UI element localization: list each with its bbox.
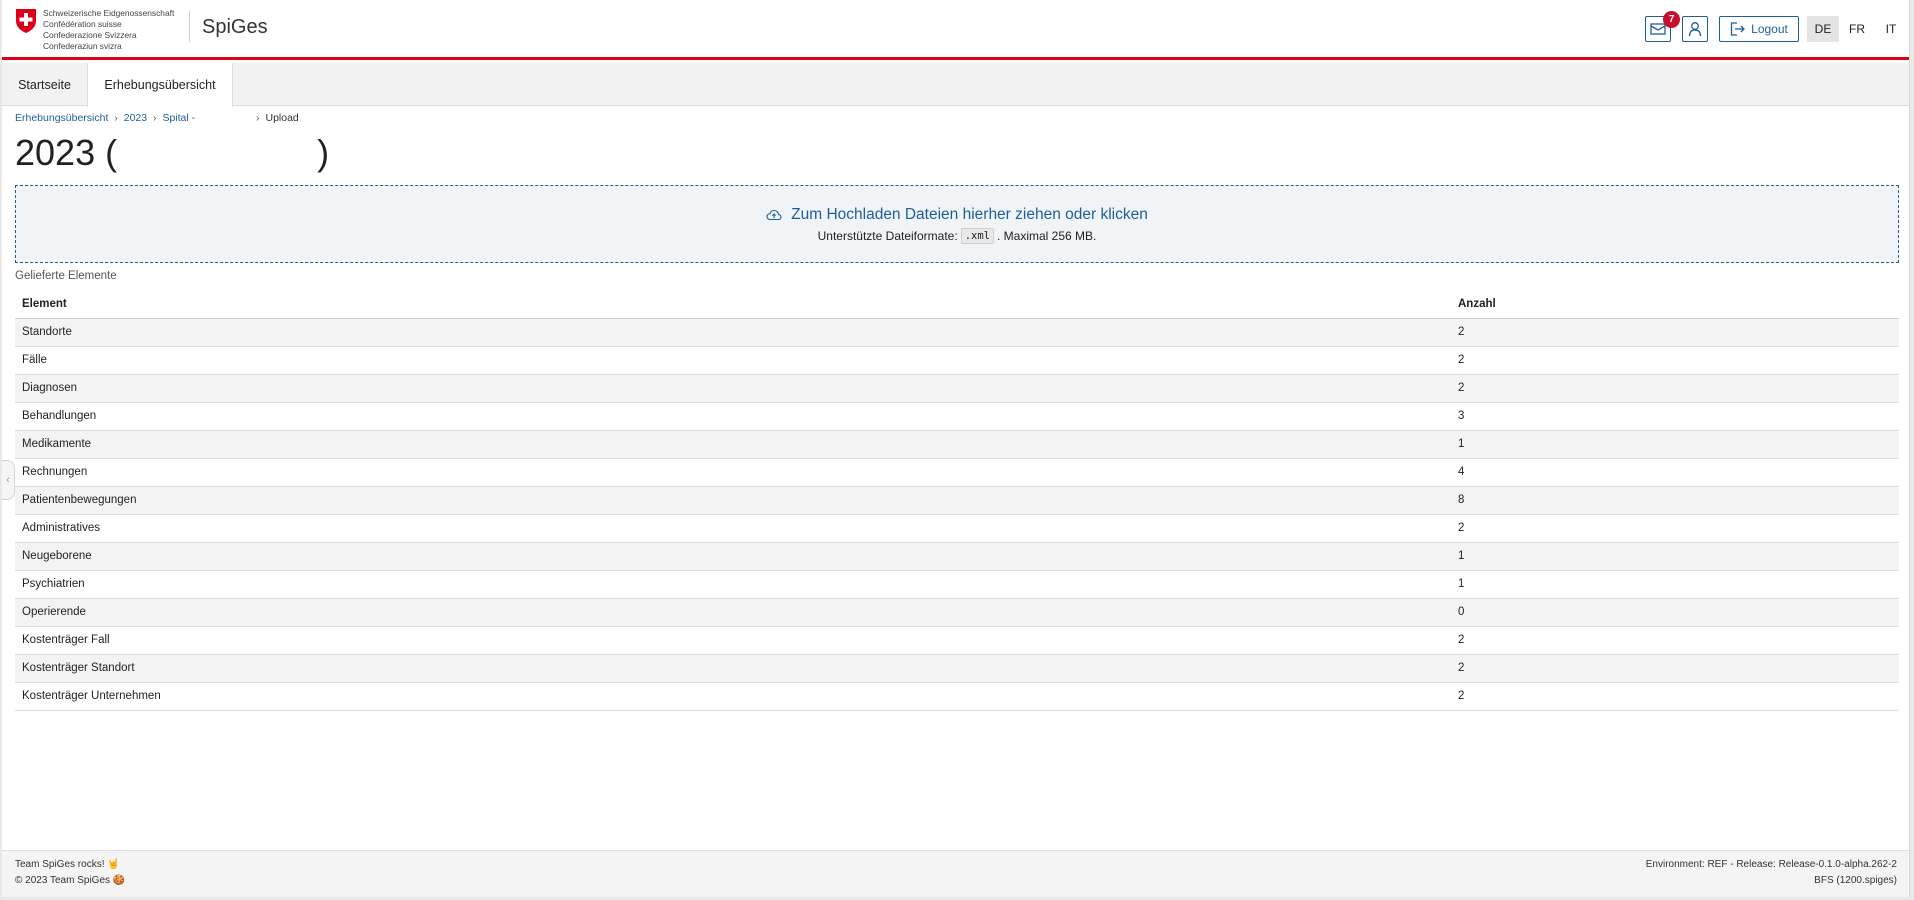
footer-environment: Environment: REF - Release: Release-0.1.… (1645, 859, 1897, 870)
breadcrumb-separator: › (256, 112, 260, 124)
element-name-cell: Administratives (15, 514, 1451, 543)
element-name-cell: Operierende (15, 598, 1451, 627)
element-name-cell: Behandlungen (15, 402, 1451, 431)
table-body: Standorte 2 Fälle 2 Diagnosen 2 Behandlungen 3 M… (15, 318, 1899, 711)
element-name-cell: Kostenträger Fall (15, 626, 1451, 655)
element-count-cell: 0 (1451, 598, 1899, 627)
file-format-code: .xml (960, 228, 994, 244)
cloud-upload-icon (766, 209, 782, 221)
max-size-text: . Maximal 256 MB. (996, 229, 1097, 243)
table-row: Standorte 2 (15, 318, 1899, 347)
confederation-text: Schweizerische Eidgenossenschaft Confédé… (43, 8, 175, 51)
table-row: Kostenträger Fall 2 (15, 626, 1899, 655)
table-row: Fälle 2 (15, 346, 1899, 375)
element-count-cell: 2 (1451, 626, 1899, 655)
element-name-cell: Standorte (15, 318, 1451, 347)
table-row: Behandlungen 3 (15, 402, 1899, 431)
element-count-cell: 2 (1451, 514, 1899, 543)
element-count-cell: 8 (1451, 486, 1899, 515)
element-name-cell: Medikamente (15, 430, 1451, 459)
dropzone-main-text: Zum Hochladen Dateien hierher ziehen ode… (791, 206, 1148, 223)
element-count-cell: 2 (1451, 374, 1899, 403)
table-caption: Gelieferte Elemente (15, 270, 117, 282)
page-title: 2023 ( ) (15, 132, 330, 173)
element-name-cell: Neugeborene (15, 542, 1451, 571)
language-it[interactable]: IT (1875, 16, 1907, 42)
logout-icon (1730, 22, 1746, 36)
app-footer: Team SpiGes rocks! 🤘 © 2023 Team SpiGes … (2, 850, 1909, 897)
notification-badge: 7 (1663, 11, 1680, 28)
element-count-cell: 1 (1451, 570, 1899, 599)
app-header: Schweizerische Eidgenossenschaft Confédé… (2, 0, 1909, 60)
main-nav-tabs: Startseite Erhebungsübersicht (2, 63, 1909, 107)
tab-startseite[interactable]: Startseite (2, 63, 87, 106)
user-icon (1688, 22, 1702, 37)
element-count-cell: 2 (1451, 318, 1899, 347)
confederation-logo: Schweizerische Eidgenossenschaft Confédé… (15, 8, 183, 52)
element-count-cell: 3 (1451, 402, 1899, 431)
breadcrumb-link-year[interactable]: 2023 (124, 112, 147, 124)
table-row: Diagnosen 2 (15, 374, 1899, 403)
element-count-cell: 4 (1451, 458, 1899, 487)
element-name-cell: Fälle (15, 346, 1451, 375)
element-count-cell: 2 (1451, 346, 1899, 375)
breadcrumb-link-erhebungsuebersicht[interactable]: Erhebungsübersicht (15, 112, 108, 124)
table-row: Medikamente 1 (15, 430, 1899, 459)
footer-tagline: Team SpiGes rocks! 🤘 (15, 859, 120, 870)
element-count-cell: 1 (1451, 542, 1899, 571)
element-name-cell: Kostenträger Standort (15, 654, 1451, 683)
breadcrumb-separator: › (153, 112, 157, 124)
element-name-cell: Rechnungen (15, 458, 1451, 487)
element-count-cell: 2 (1451, 654, 1899, 683)
breadcrumb-separator: › (114, 112, 118, 124)
sidebar-toggle-handle[interactable]: ‹ (2, 460, 15, 500)
column-header-anzahl: Anzahl (1451, 290, 1899, 319)
table-row: Rechnungen 4 (15, 458, 1899, 487)
table-row: Operierende 0 (15, 598, 1899, 627)
footer-org: BFS (1200.spiges) (1814, 875, 1897, 886)
element-name-cell: Diagnosen (15, 374, 1451, 403)
table-row: Kostenträger Unternehmen 2 (15, 682, 1899, 711)
table-header-row: Element Anzahl (15, 290, 1899, 319)
table-row: Psychiatrien 1 (15, 570, 1899, 599)
app-title: SpiGes (202, 16, 268, 38)
tab-erhebungsuebersicht[interactable]: Erhebungsübersicht (87, 63, 233, 107)
delivered-elements-table: Element Anzahl Standorte 2 Fälle 2 Diagnosen… (15, 290, 1899, 711)
app-window: Schweizerische Eidgenossenschaft Confédé… (2, 0, 1910, 897)
file-upload-dropzone[interactable]: Zum Hochladen Dateien hierher ziehen ode… (15, 185, 1899, 263)
element-name-cell: Patientenbewegungen (15, 486, 1451, 515)
dropzone-subtext: Unterstützte Dateiformate: .xml . Maxima… (16, 228, 1898, 244)
breadcrumb-current: Upload (265, 112, 299, 124)
table-row: Patientenbewegungen 8 (15, 486, 1899, 515)
supported-formats-label: Unterstützte Dateiformate: (817, 229, 958, 243)
header-divider (189, 11, 190, 42)
table-row: Kostenträger Standort 2 (15, 654, 1899, 683)
language-fr[interactable]: FR (1841, 16, 1873, 42)
column-header-element: Element (15, 290, 1451, 319)
element-count-cell: 1 (1451, 430, 1899, 459)
element-count-cell: 2 (1451, 682, 1899, 711)
profile-button[interactable] (1682, 16, 1708, 42)
table-row: Administratives 2 (15, 514, 1899, 543)
logout-label: Logout (1751, 22, 1788, 36)
chevron-left-icon: ‹ (6, 474, 10, 486)
table-row: Neugeborene 1 (15, 542, 1899, 571)
dropzone-main: Zum Hochladen Dateien hierher ziehen ode… (16, 206, 1898, 224)
swiss-shield-icon (16, 9, 36, 33)
element-name-cell: Kostenträger Unternehmen (15, 682, 1451, 711)
language-de[interactable]: DE (1807, 16, 1839, 42)
breadcrumb: Erhebungsübersicht › 2023 › Spital - › U… (15, 112, 299, 124)
logout-button[interactable]: Logout (1719, 16, 1799, 42)
footer-copyright: © 2023 Team SpiGes 🍪 (15, 875, 126, 886)
inbox-button[interactable]: 7 (1645, 11, 1680, 42)
breadcrumb-link-spital[interactable]: Spital - (162, 112, 250, 124)
element-name-cell: Psychiatrien (15, 570, 1451, 599)
